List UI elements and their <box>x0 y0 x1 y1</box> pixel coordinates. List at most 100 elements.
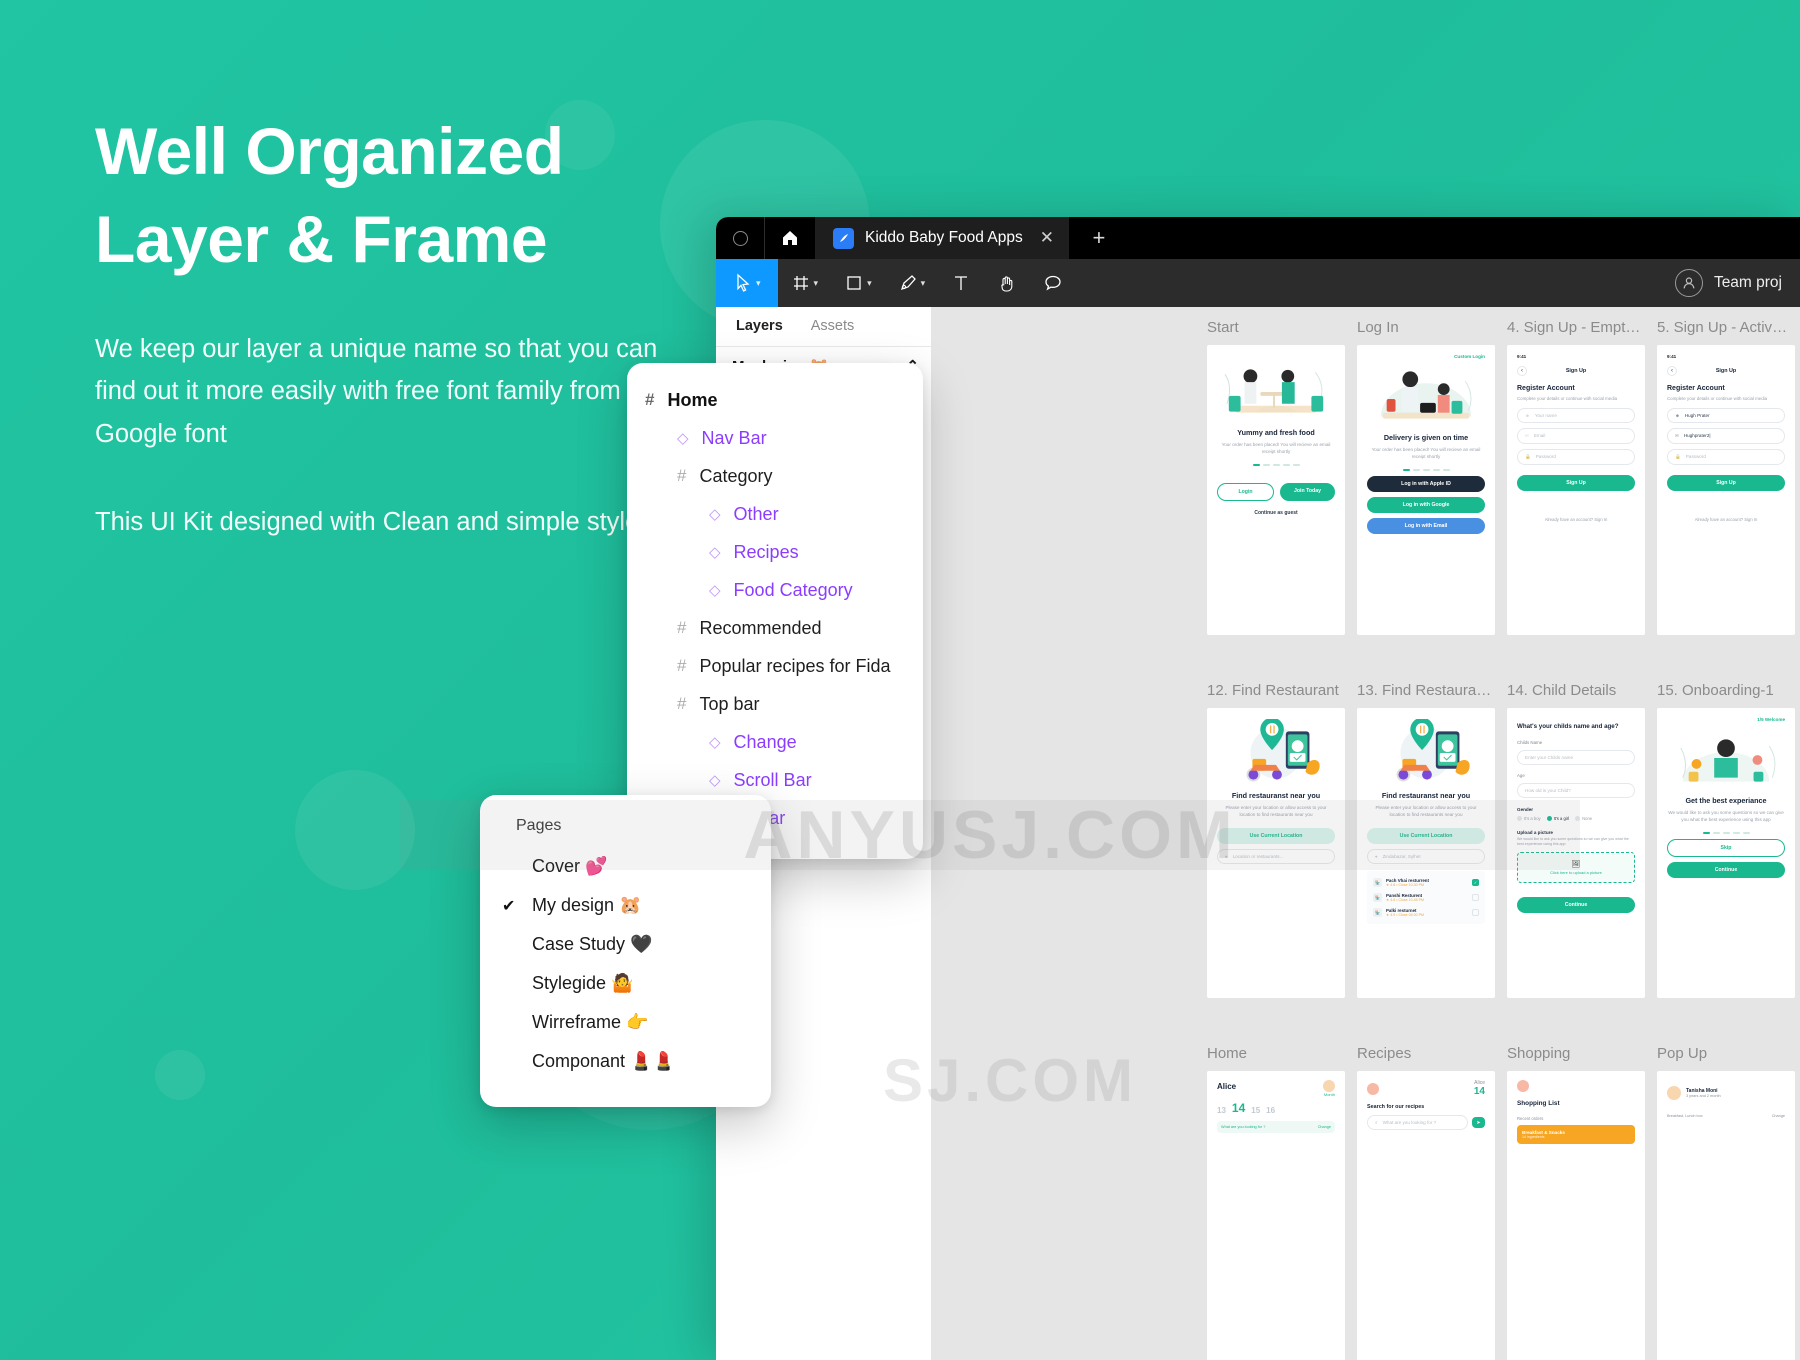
layer-popup-row[interactable]: # Recommended <box>627 609 923 647</box>
chevron-down-icon[interactable]: ▾ <box>814 278 819 289</box>
signup-button[interactable]: Sign Up <box>1517 474 1635 491</box>
input-field[interactable]: 🔒 Password <box>1517 448 1635 465</box>
apple-login-button[interactable]: Log in with Apple ID <box>1367 475 1485 492</box>
popup-row[interactable]: Breakfast, Lunch box Change <box>1667 1114 1785 1118</box>
input-field[interactable]: ☻ Your name <box>1517 407 1635 423</box>
search-input[interactable]: ⌕ What are you looking for ? <box>1367 1115 1468 1130</box>
layer-popup-row[interactable]: ◇ Other <box>627 495 923 533</box>
phone-mockup[interactable]: Find restauranst near you Please enter yo… <box>1357 708 1495 998</box>
checkbox[interactable]: ✓ <box>1472 878 1479 886</box>
phone-mockup[interactable]: What's your childs name and age? Childs N… <box>1507 708 1645 998</box>
phone-mockup[interactable]: Custom Login Delivery is given on time You… <box>1357 345 1495 635</box>
email-login-button[interactable]: Log in with Email <box>1367 517 1485 534</box>
age-field[interactable]: How old is your Child? <box>1517 782 1635 798</box>
google-login-button[interactable]: Log in with Google <box>1367 496 1485 513</box>
layer-popup-row[interactable]: ◇ Scroll Bar <box>627 761 923 799</box>
day-cell[interactable]: 13 <box>1217 1106 1226 1115</box>
signin-footer[interactable]: Already have an account? Sign In <box>1517 517 1635 522</box>
signup-button[interactable]: Sign Up <box>1667 474 1785 491</box>
layer-popup-row[interactable]: # Popular recipes for Fida <box>627 647 923 685</box>
chevron-down-icon[interactable]: ▾ <box>756 278 761 289</box>
hero-copy: Well Organized Layer & Frame We keep our… <box>95 108 695 544</box>
shape-tool[interactable]: ▾ <box>831 259 885 307</box>
change-link[interactable]: Change <box>1318 1125 1331 1129</box>
team-project-button[interactable]: Team proj <box>1674 259 1800 307</box>
page-item[interactable]: Case Study 🖤 <box>480 925 771 964</box>
continue-button[interactable]: Continue <box>1667 861 1785 878</box>
layer-popup-row[interactable]: # Home <box>627 381 923 419</box>
layer-popup-row[interactable]: # Category <box>627 457 923 495</box>
checkbox[interactable] <box>1472 893 1479 901</box>
back-icon[interactable]: ‹ <box>1667 366 1677 376</box>
gender-option[interactable]: It's a boy <box>1517 815 1541 821</box>
phone-mockup[interactable]: Alice 14 Search for our recipes ⌕ What are y… <box>1357 1071 1495 1360</box>
day-cell[interactable]: 14 <box>1232 1101 1245 1115</box>
home-icon[interactable] <box>765 217 815 259</box>
tab-layers[interactable]: Layers <box>722 307 797 346</box>
upload-dropzone[interactable]: 🖼 Click here to upload a picture <box>1517 852 1635 884</box>
skip-button[interactable]: Skip <box>1667 838 1785 857</box>
page-item[interactable]: Stylegide 🤷 <box>480 964 771 1003</box>
restaurant-row[interactable]: 🏪 Panshi Resturent ★ 4.6 • Close 10.45 PM <box>1371 890 1481 905</box>
text-tool[interactable] <box>938 259 984 307</box>
login-button[interactable]: Login <box>1217 482 1274 501</box>
pen-tool[interactable]: ▾ <box>885 259 939 307</box>
restaurant-row[interactable]: 🏪 Pach Vhai resturrent ★ 4.8 • Close 10.30… <box>1371 875 1481 890</box>
search-field[interactable]: ⌖ Zindabazar, Sylhet <box>1367 848 1485 864</box>
phone-mockup[interactable]: Shopping List Recent orders Breakfast & Sn… <box>1507 1071 1645 1360</box>
signin-footer[interactable]: Already have an account? Sign In <box>1667 517 1785 522</box>
phone-mockup[interactable]: 9:41 ‹ Sign Up Register Account Complete you… <box>1657 345 1795 635</box>
chevron-down-icon[interactable]: ▾ <box>867 278 872 289</box>
phone-mockup[interactable]: Yummy and fresh food Your order has been … <box>1207 345 1345 635</box>
input-field[interactable]: ✉ Hughprater2| <box>1667 427 1785 444</box>
meal-card[interactable]: What are you looking for ? Change <box>1217 1121 1335 1133</box>
input-field[interactable]: ✉ Email <box>1517 427 1635 444</box>
layer-popup-label: Other <box>733 503 779 524</box>
day-cell[interactable]: 16 <box>1266 1106 1275 1115</box>
layer-popup-row[interactable]: ◇ Food Category <box>627 571 923 609</box>
illustration <box>1224 369 1324 413</box>
design-canvas[interactable]: Start Yummy and fresh food Your order has … <box>932 307 1800 1360</box>
page-item[interactable]: Componant 💄💄 <box>480 1042 771 1081</box>
page-item[interactable]: Cover 💕 <box>480 847 771 886</box>
page-item[interactable]: Wirreframe 👉 <box>480 1003 771 1042</box>
move-tool[interactable]: ▾ <box>716 259 778 307</box>
continue-as-guest[interactable]: Continue as guest <box>1217 510 1335 516</box>
phone-mockup[interactable]: Find restauranst near you Please enter yo… <box>1207 708 1345 998</box>
frame-tool[interactable]: ▾ <box>778 259 832 307</box>
order-card[interactable]: Breakfast & Snacks 14 ingredients <box>1517 1125 1635 1144</box>
new-tab-button[interactable]: + <box>1068 217 1129 259</box>
search-button[interactable]: ➤ <box>1472 1117 1485 1128</box>
tab-assets[interactable]: Assets <box>797 307 869 346</box>
gender-option[interactable]: None <box>1575 815 1592 821</box>
window-control-icon[interactable] <box>716 217 764 259</box>
phone-mockup[interactable]: 1/5 Welcome Get the best experiance We wou… <box>1657 708 1795 998</box>
close-icon[interactable]: ✕ <box>1040 228 1054 248</box>
checkbox[interactable] <box>1472 908 1479 916</box>
layer-popup-row[interactable]: ◇ Nav Bar <box>627 419 923 457</box>
gender-option[interactable]: It's a girl <box>1546 815 1569 821</box>
layer-popup-row[interactable]: # Top bar <box>627 685 923 723</box>
change-link[interactable]: Change <box>1772 1114 1785 1118</box>
day-cell[interactable]: 15 <box>1251 1106 1260 1115</box>
continue-button[interactable]: Continue <box>1517 897 1635 914</box>
childs-name-field[interactable]: Enter your Childs name <box>1517 749 1635 765</box>
join-button[interactable]: Join Today <box>1280 482 1335 501</box>
hand-tool[interactable] <box>984 259 1030 307</box>
browser-tab[interactable]: Kiddo Baby Food Apps ✕ <box>815 217 1069 259</box>
search-field[interactable]: ⌖ Location or restaurants... <box>1217 848 1335 864</box>
chevron-down-icon[interactable]: ▾ <box>921 278 926 289</box>
input-field[interactable]: 🔒 Password <box>1667 448 1785 465</box>
phone-mockup[interactable]: Tanisha Moni 3 years and 2 month Breakfast… <box>1657 1071 1795 1360</box>
restaurant-row[interactable]: 🏪 Palki resturnet ★ 4.9 • Close 04.00 PM <box>1371 905 1481 920</box>
comment-tool[interactable] <box>1030 259 1076 307</box>
input-field[interactable]: ☻ Hugh Prater <box>1667 407 1785 423</box>
back-icon[interactable]: ‹ <box>1517 366 1527 376</box>
page-item[interactable]: ✔ My design 🐹 <box>480 886 771 925</box>
layer-popup-row[interactable]: ◇ Recipes <box>627 533 923 571</box>
use-location-button[interactable]: Use Current Location <box>1367 827 1485 844</box>
phone-mockup[interactable]: Alice Month 13 14 15 16 What are you looking f… <box>1207 1071 1345 1360</box>
layer-popup-row[interactable]: ◇ Change <box>627 723 923 761</box>
phone-mockup[interactable]: 9:41 ‹ Sign Up Register Account Complete you… <box>1507 345 1645 635</box>
use-location-button[interactable]: Use Current Location <box>1217 827 1335 844</box>
